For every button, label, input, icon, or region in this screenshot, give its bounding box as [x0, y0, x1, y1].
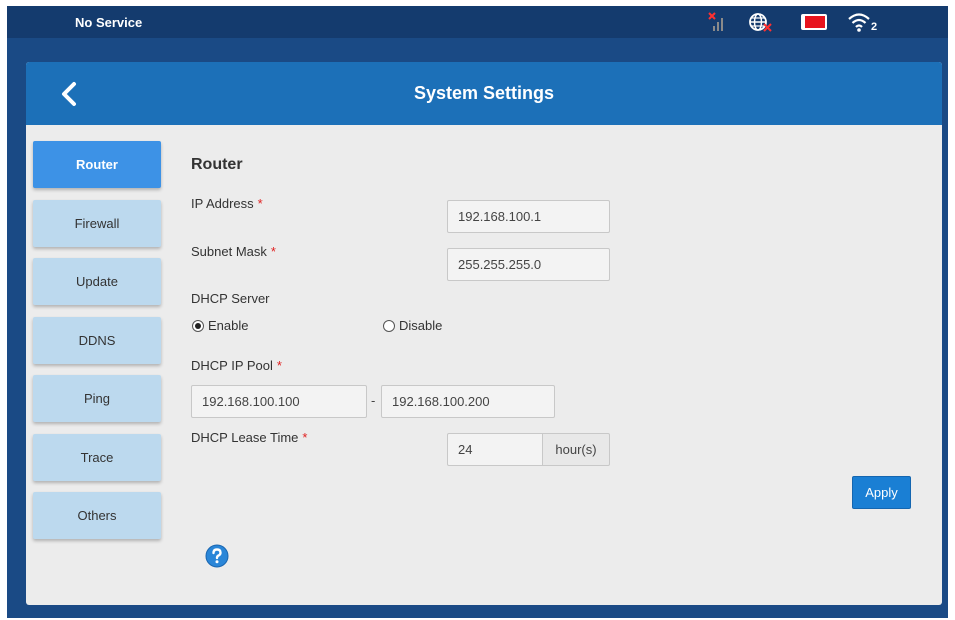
sidebar-item-label: Others [77, 508, 117, 523]
help-button[interactable] [205, 544, 229, 568]
lease-time-unit: hour(s) [543, 433, 610, 466]
required-mark: * [276, 358, 282, 373]
subnet-mask-label: Subnet Mask * [191, 244, 276, 259]
dhcp-pool-start-input[interactable] [191, 385, 367, 418]
pool-separator: - [371, 393, 376, 408]
dhcp-pool-end-input[interactable] [381, 385, 555, 418]
question-circle-icon [205, 544, 229, 568]
sidebar-item-others[interactable]: Others [33, 492, 161, 539]
required-mark: * [257, 196, 263, 211]
settings-card: System Settings Router Firewall Update D… [26, 62, 942, 605]
chevron-left-icon [62, 82, 76, 106]
radio-circle [192, 319, 204, 332]
wifi-icon: 2 [845, 10, 879, 34]
section-title: Router [191, 156, 243, 173]
dhcp-server-label: DHCP Server [191, 291, 270, 306]
dhcp-ip-pool-label: DHCP IP Pool * [191, 358, 282, 373]
ip-address-input[interactable] [447, 200, 610, 233]
radio-selected-dot [195, 322, 201, 329]
back-button[interactable] [54, 78, 86, 110]
sidebar-item-label: Ping [83, 391, 111, 406]
sidebar-item-label: Firewall [74, 216, 120, 231]
dhcp-lease-time-label: DHCP Lease Time * [191, 430, 308, 445]
sidebar-item-label: Trace [80, 450, 114, 465]
lease-time-input[interactable] [447, 433, 543, 466]
sidebar-item-label: DDNS [78, 333, 116, 348]
sidebar-item-label: Update [76, 274, 118, 289]
service-status-text: No Service [75, 15, 143, 30]
sidebar-item-label: Router [76, 157, 118, 172]
sim-card-icon [800, 10, 830, 34]
wifi-badge: 2 [870, 21, 878, 33]
app-frame: No Service 2 System Settings Router Fire… [7, 6, 948, 618]
radio-circle [383, 319, 395, 332]
sidebar-item-ping[interactable]: Ping [33, 375, 161, 422]
apply-button[interactable]: Apply [852, 476, 911, 509]
status-bar: No Service 2 [7, 6, 948, 38]
page-title: System Settings [413, 83, 555, 103]
dhcp-enable-radio[interactable]: Enable [192, 318, 248, 333]
subnet-mask-input[interactable] [447, 248, 610, 281]
ip-address-label: IP Address * [191, 196, 263, 211]
no-signal-icon [707, 10, 727, 34]
sidebar-item-router[interactable]: Router [33, 141, 161, 188]
sidebar-item-ddns[interactable]: DDNS [33, 317, 161, 364]
dhcp-disable-radio[interactable]: Disable [383, 318, 442, 333]
page-header: System Settings [26, 62, 942, 125]
no-internet-icon [748, 10, 774, 34]
sidebar-item-firewall[interactable]: Firewall [33, 200, 161, 247]
required-mark: * [302, 430, 308, 445]
sidebar-item-update[interactable]: Update [33, 258, 161, 305]
required-mark: * [270, 244, 276, 259]
sidebar-item-trace[interactable]: Trace [33, 434, 161, 481]
